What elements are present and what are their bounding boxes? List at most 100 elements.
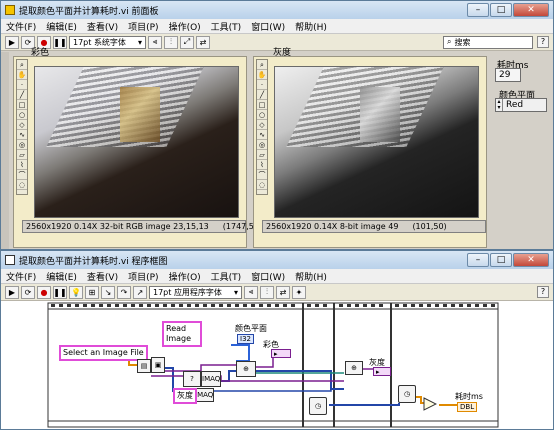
polyline-tool-icon[interactable]: ⌇ xyxy=(257,160,267,170)
menu-file[interactable]: 文件(F) xyxy=(1,270,41,283)
selection-tool-icon[interactable]: ◌ xyxy=(17,180,27,190)
menu-tools[interactable]: 工具(T) xyxy=(206,20,247,33)
zoom-tool-icon[interactable]: ⌕ xyxy=(17,60,27,70)
tick-count-vi-2[interactable]: ◷ xyxy=(398,385,416,403)
rotated-rect-tool-icon[interactable]: ▱ xyxy=(257,150,267,160)
step-out-icon[interactable]: ↗ xyxy=(133,285,147,299)
read-image-string[interactable]: Read Image xyxy=(162,321,202,347)
tick-count-vi-1[interactable]: ◷ xyxy=(309,397,327,415)
close-button[interactable]: ✕ xyxy=(513,3,549,17)
copy-image-vi[interactable]: ⊕ xyxy=(345,361,363,375)
color-image-display[interactable]: ⌕ ✋ · ╱ □ ○ ◇ ∿ ◎ ▱ ⌇ ⌒ ◌ 2560x1920 0.14X 32-bit RGB… xyxy=(13,56,262,248)
plane-selector[interactable]: ▴ ▾ Red xyxy=(495,98,547,112)
abort-icon[interactable]: ● xyxy=(37,285,51,299)
help-icon[interactable]: ? xyxy=(537,36,549,48)
broken-line-tool-icon[interactable]: ⌒ xyxy=(257,170,267,180)
font-selector[interactable]: 17pt 应用程序字体 ▾ xyxy=(149,285,242,299)
resize-icon[interactable]: ⤢ xyxy=(179,35,194,49)
block-diagram-titlebar[interactable]: 提取颜色平面并计算耗时.vi 程序框图 – □ ✕ xyxy=(1,251,553,269)
run-arrow-icon[interactable]: ▶ xyxy=(5,285,19,299)
pause-icon[interactable]: ❚❚ xyxy=(53,35,67,49)
freehand-tool-icon[interactable]: ∿ xyxy=(257,130,267,140)
menu-help[interactable]: 帮助(H) xyxy=(290,20,332,33)
align-icon[interactable]: ⫷ xyxy=(243,285,258,299)
annulus-tool-icon[interactable]: ◎ xyxy=(17,140,27,150)
rotated-rect-tool-icon[interactable]: ▱ xyxy=(17,150,27,160)
gray-string-const[interactable]: 灰度 xyxy=(173,388,197,404)
annulus-tool-icon[interactable]: ◎ xyxy=(257,140,267,150)
chevron-down-icon: ▾ xyxy=(233,287,238,297)
rect-tool-icon[interactable]: □ xyxy=(257,100,267,110)
select-file-string[interactable]: Select an Image File xyxy=(59,345,148,361)
plane-stepper-icon[interactable]: ▴ ▾ xyxy=(496,99,503,111)
elapsed-terminal[interactable]: DBL xyxy=(457,402,478,412)
point-tool-icon[interactable]: · xyxy=(17,80,27,90)
maximize-button[interactable]: □ xyxy=(490,3,512,17)
menu-view[interactable]: 查看(V) xyxy=(82,20,123,33)
imaq-create-vi-1[interactable]: ? xyxy=(183,371,201,387)
menu-project[interactable]: 项目(P) xyxy=(123,20,163,33)
reorder-icon[interactable]: ⇄ xyxy=(195,35,210,49)
imaq-create-vi-2[interactable]: IMAQ xyxy=(201,371,221,387)
menu-help[interactable]: 帮助(H) xyxy=(290,270,332,283)
freehand-tool-icon[interactable]: ∿ xyxy=(17,130,27,140)
imaq-create-vi-3[interactable]: IMAQ xyxy=(194,388,214,402)
retain-wire-values-icon[interactable]: ⊞ xyxy=(85,285,99,299)
minimize-button[interactable]: – xyxy=(467,3,489,17)
cleanup-icon[interactable]: ✦ xyxy=(291,285,306,299)
step-over-icon[interactable]: ↷ xyxy=(117,285,131,299)
line-tool-icon[interactable]: ╱ xyxy=(257,90,267,100)
distribute-icon[interactable]: ⫶ xyxy=(259,285,274,299)
run-continuous-icon[interactable]: ⟳ xyxy=(21,285,35,299)
oval-tool-icon[interactable]: ○ xyxy=(17,110,27,120)
menu-window[interactable]: 窗口(W) xyxy=(246,20,290,33)
menu-window[interactable]: 窗口(W) xyxy=(246,270,290,283)
point-tool-icon[interactable]: · xyxy=(257,80,267,90)
font-selector[interactable]: 17pt 系统字体 ▾ xyxy=(69,35,146,49)
align-icon[interactable]: ⫷ xyxy=(147,35,162,49)
menu-operate[interactable]: 操作(O) xyxy=(164,270,206,283)
run-arrow-icon[interactable]: ▶ xyxy=(5,35,19,49)
close-button[interactable]: ✕ xyxy=(513,253,549,267)
color-image-terminal[interactable]: ▸ xyxy=(271,349,291,358)
pan-tool-icon[interactable]: ✋ xyxy=(17,70,27,80)
menu-tools[interactable]: 工具(T) xyxy=(206,270,247,283)
oval-tool-icon[interactable]: ○ xyxy=(257,110,267,120)
menu-file[interactable]: 文件(F) xyxy=(1,20,41,33)
menu-view[interactable]: 查看(V) xyxy=(82,270,123,283)
help-icon[interactable]: ? xyxy=(537,286,549,298)
rect-tool-icon[interactable]: □ xyxy=(17,100,27,110)
image-open-vi[interactable]: ▣ xyxy=(151,357,165,373)
pan-tool-icon[interactable]: ✋ xyxy=(257,70,267,80)
minimize-button[interactable]: – xyxy=(467,253,489,267)
gray-image-tool-palette[interactable]: ⌕ ✋ · ╱ □ ○ ◇ ∿ ◎ ▱ ⌇ ⌒ ◌ xyxy=(256,59,268,195)
search-input[interactable]: ⌕ 搜索 xyxy=(443,35,533,49)
extract-plane-vi[interactable]: ⊕ xyxy=(236,361,256,377)
line-tool-icon[interactable]: ╱ xyxy=(17,90,27,100)
maximize-button[interactable]: □ xyxy=(490,253,512,267)
front-panel-titlebar[interactable]: 提取颜色平面并计算耗时.vi 前面板 – □ ✕ xyxy=(1,1,553,19)
menu-operate[interactable]: 操作(O) xyxy=(164,20,206,33)
pause-icon[interactable]: ❚❚ xyxy=(53,285,67,299)
read-image-line-2: Image xyxy=(166,334,192,343)
file-dialog-vi[interactable]: ▤ xyxy=(137,359,151,373)
zoom-tool-icon[interactable]: ⌕ xyxy=(257,60,267,70)
distribute-icon[interactable]: ⫶ xyxy=(163,35,178,49)
gray-image-terminal[interactable]: ▸ xyxy=(373,367,391,376)
diagram-canvas[interactable]: Select an Image File Read Image ▤ ▣ ? IM… xyxy=(1,301,553,429)
selection-tool-icon[interactable]: ◌ xyxy=(257,180,267,190)
polygon-tool-icon[interactable]: ◇ xyxy=(257,120,267,130)
color-image-tool-palette[interactable]: ⌕ ✋ · ╱ □ ○ ◇ ∿ ◎ ▱ ⌇ ⌒ ◌ xyxy=(16,59,28,195)
menu-edit[interactable]: 编辑(E) xyxy=(41,270,82,283)
menu-edit[interactable]: 编辑(E) xyxy=(41,20,82,33)
subtract-icon[interactable] xyxy=(423,397,437,411)
plane-terminal[interactable]: I32 xyxy=(237,334,254,344)
highlight-execution-icon[interactable]: 💡 xyxy=(69,285,83,299)
broken-line-tool-icon[interactable]: ⌒ xyxy=(17,170,27,180)
menu-project[interactable]: 项目(P) xyxy=(123,270,163,283)
step-into-icon[interactable]: ↘ xyxy=(101,285,115,299)
polyline-tool-icon[interactable]: ⌇ xyxy=(17,160,27,170)
reorder-icon[interactable]: ⇄ xyxy=(275,285,290,299)
polygon-tool-icon[interactable]: ◇ xyxy=(17,120,27,130)
gray-image-display[interactable]: ⌕ ✋ · ╱ □ ○ ◇ ∿ ◎ ▱ ⌇ ⌒ ◌ 2560x1920 0.14X 8-bit imag… xyxy=(253,56,487,248)
